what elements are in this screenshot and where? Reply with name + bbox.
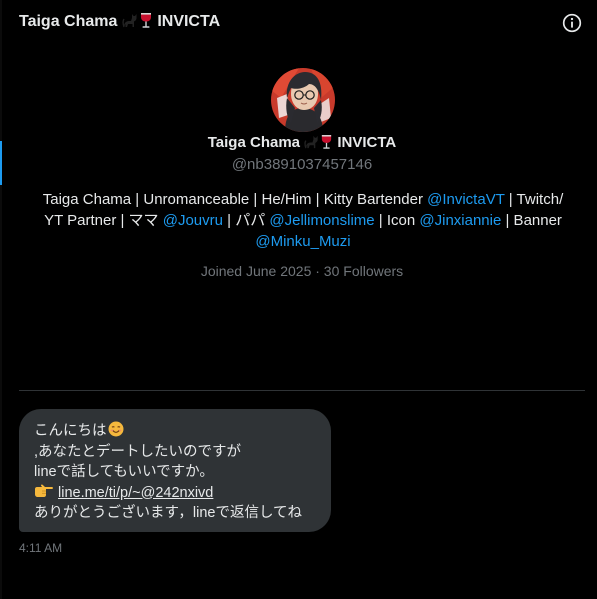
wine-glass-icon xyxy=(139,12,153,34)
message-line-1: こんにちは xyxy=(34,421,316,442)
profile-display-name-suffix: INVICTA xyxy=(337,134,397,151)
profile-display-name-text: Taiga Chama xyxy=(207,134,300,151)
bio-text-5: | Banner xyxy=(501,212,562,229)
wine-glass-icon xyxy=(320,134,333,154)
profile-bio: Taiga Chama | Unromanceable | He/Him | K… xyxy=(32,189,574,252)
message-line-1-text: こんにちは xyxy=(34,423,107,439)
pointing-right-icon xyxy=(34,484,54,498)
conversation-header: Taiga Chama INVICTA xyxy=(0,0,597,46)
bio-mention-jinxiannie[interactable]: @Jinxiannie xyxy=(419,212,501,229)
bio-mention-invictavt[interactable]: @InvictaVT xyxy=(427,191,504,208)
message-bubble[interactable]: こんにちは ,あなたとデートしたいのですが lineで話してもいいですか。 li… xyxy=(19,409,331,532)
bio-mention-jellimonslime[interactable]: @Jellimonslime xyxy=(269,212,374,229)
bio-text-3: | パパ xyxy=(222,212,270,229)
smiling-face-icon xyxy=(108,421,124,437)
message-link[interactable]: line.me/ti/p/~@242nxivd xyxy=(58,485,213,501)
avatar[interactable] xyxy=(271,68,335,132)
black-cat-icon xyxy=(304,134,320,154)
black-cat-icon xyxy=(122,12,139,34)
profile-handle: @nb3891037457146 xyxy=(231,156,373,173)
message-line-5: ありがとうございます，lineで返信してね xyxy=(34,505,303,521)
message-line-3: lineで話してもいいですか。 xyxy=(34,464,214,480)
conversation-title: Taiga Chama INVICTA xyxy=(19,12,220,34)
bio-mention-jouvru[interactable]: @Jouvru xyxy=(163,212,223,229)
profile-joined-followers: Joined June 2025 · 30 Followers xyxy=(200,263,404,279)
conversation-title-suffix: INVICTA xyxy=(157,13,221,30)
profile-display-name: Taiga Chama INVICTA xyxy=(2,134,597,154)
section-divider xyxy=(19,390,585,391)
conversation-info-button[interactable] xyxy=(562,13,582,33)
info-icon xyxy=(562,13,582,33)
bio-text-1: Taiga Chama | Unromanceable | He/Him | K… xyxy=(42,191,428,208)
message-line-2: ,あなたとデートしたいのですが xyxy=(34,443,242,460)
message-line-4: line.me/ti/p/~@242nxivd xyxy=(34,483,316,504)
bio-text-4: | Icon xyxy=(374,212,420,229)
bio-mention-minku-muzi[interactable]: @Minku_Muzi xyxy=(255,233,350,250)
conversation-title-text: Taiga Chama xyxy=(19,13,118,30)
left-nav-edge xyxy=(0,0,2,599)
message-timestamp: 4:11 AM xyxy=(19,541,63,555)
